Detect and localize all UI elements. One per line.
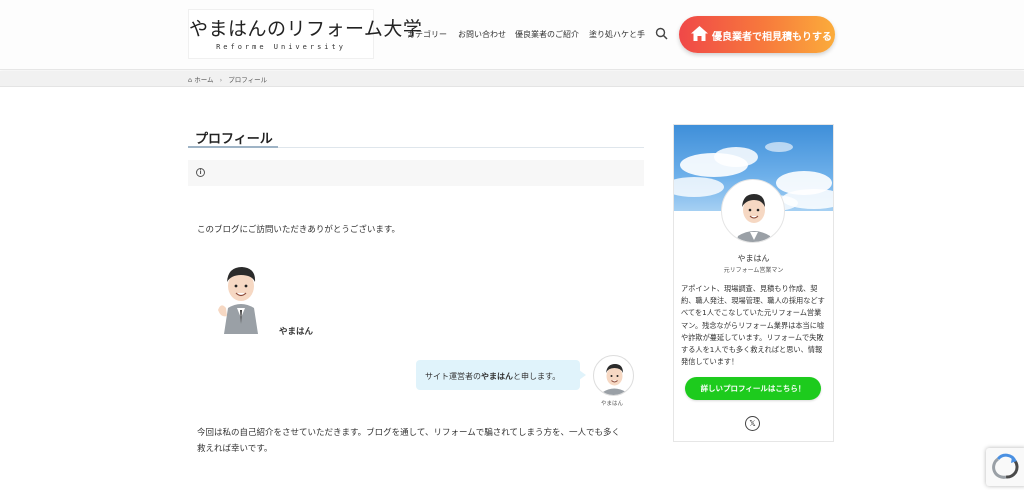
page-title: プロフィール <box>195 132 273 147</box>
breadcrumb-home[interactable]: ホーム <box>194 76 213 84</box>
nav-item-paint-shop[interactable]: 塗り処ハケと手 <box>589 29 645 40</box>
nav-item-contractors[interactable]: 優良業者のご紹介 <box>515 29 579 40</box>
speaker-name: やまはん <box>279 327 314 337</box>
info-box <box>188 160 644 186</box>
profile-bio: アポイント、現場調査、見積もり作成、契約、職人発注、現場管理、職人の採用などすべ… <box>681 284 825 367</box>
nav-item-contact[interactable]: お問い合わせ <box>458 29 506 40</box>
title-divider-accent <box>188 146 278 148</box>
breadcrumb-bar: ⌂ ホーム › プロフィール <box>0 71 1024 87</box>
recaptcha-icon <box>992 453 1019 479</box>
site-header: やまはんのリフォーム大学 Reforme University カテゴリー お問… <box>0 0 1024 70</box>
profile-avatar <box>721 179 785 243</box>
speech-bubble-text: サイト運営者のやまはんと申します。 <box>425 372 561 381</box>
home-icon: ⌂ <box>188 76 193 84</box>
logo-title: やまはんのリフォーム大学 <box>189 18 423 40</box>
speaker-avatar <box>593 355 634 396</box>
quote-cta-button[interactable]: 優良業者で相見積もりする <box>679 16 835 53</box>
body-text-line-2: 救えれば幸いです。 <box>197 444 273 454</box>
site-logo[interactable]: やまはんのリフォーム大学 Reforme University <box>188 9 423 59</box>
search-icon[interactable] <box>655 27 668 40</box>
author-illustration <box>218 267 258 334</box>
intro-text: このブログにご訪問いただきありがとうございます。 <box>197 225 400 235</box>
info-icon: i <box>196 168 205 177</box>
profile-name: やまはん <box>737 254 770 263</box>
speaker-avatar-label: やまはん <box>601 401 624 407</box>
nav-item-category[interactable]: カテゴリー <box>407 29 447 40</box>
chevron-right-icon: › <box>219 76 223 84</box>
breadcrumb-current: プロフィール <box>228 76 268 84</box>
body-text-line-1: 今回は私の自己紹介をさせていただきます。ブログを通して、リフォームで騙されてしま… <box>197 428 620 438</box>
speech-bubble-tail <box>579 370 586 380</box>
recaptcha-badge[interactable] <box>986 448 1024 486</box>
x-social-icon[interactable]: 𝕏 <box>745 416 760 431</box>
profile-detail-button[interactable]: 詳しいプロフィールはこちら！ <box>685 377 821 400</box>
cta-label: 優良業者で相見積もりする <box>712 32 832 43</box>
profile-role: 元リフォーム営業マン <box>723 267 784 274</box>
breadcrumb: ⌂ ホーム › プロフィール <box>188 74 267 84</box>
logo-subtitle: Reforme University <box>216 43 346 51</box>
house-icon <box>691 26 708 41</box>
